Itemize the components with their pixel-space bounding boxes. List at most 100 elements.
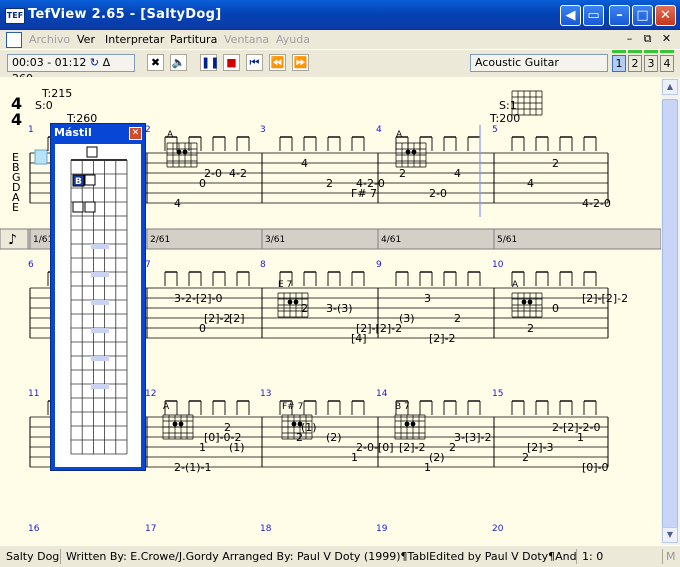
status-mode: M [666, 550, 676, 563]
pause-button[interactable]: ❚❚ [200, 54, 219, 71]
fret-marker-label: B [75, 177, 82, 187]
fret-number: 2 [224, 421, 231, 434]
rewind-button[interactable]: ⏪ [269, 54, 286, 71]
child-minimize-icon[interactable]: – [622, 32, 637, 46]
measure-number: 5 [492, 125, 498, 135]
minimize-button[interactable]: – [609, 5, 630, 26]
inlay-marker [91, 300, 109, 305]
menu-bar: Archivo Ver Interpretar Partitura Ventan… [0, 30, 680, 49]
measure-number: 10 [492, 260, 504, 270]
fret-number: 1 [424, 461, 431, 474]
fret-number: (1) [301, 421, 317, 434]
inlay-marker [91, 272, 109, 277]
chord-dot [178, 421, 184, 427]
chord-dot [297, 421, 303, 427]
scroll-down-icon[interactable]: ▼ [662, 527, 678, 543]
menu-interpretar[interactable]: Interpretar [105, 33, 164, 46]
chord-dot [410, 421, 416, 427]
track-2-button[interactable]: 2 [628, 55, 642, 72]
tempo-mark: S:1 [499, 99, 517, 112]
mastil-panel[interactable]: Mástil ✕ B [50, 123, 146, 471]
inlay-marker [91, 328, 109, 333]
menu-ventana[interactable]: Ventana [224, 33, 269, 46]
chord-dot [176, 149, 182, 155]
timeline-label: 3/61 [265, 235, 285, 245]
fast-forward-button[interactable]: ⏩ [292, 54, 309, 71]
fret-number: 4 [454, 167, 461, 180]
scroll-thumb[interactable] [662, 99, 678, 529]
document-icon[interactable] [6, 32, 22, 48]
fret-number: 4-2-0 [582, 197, 611, 210]
tempo-mark: T:200 [489, 112, 520, 125]
status-song: Salty Dog [2, 549, 61, 564]
mute-x-button[interactable]: ✖ [147, 54, 164, 71]
fret-number: [2] [229, 312, 245, 325]
fret-number: 2 [326, 177, 333, 190]
child-restore-icon[interactable]: ⧉ [640, 32, 655, 46]
fret-number: (2) [326, 431, 342, 444]
metronome-icon[interactable]: Δ [103, 56, 111, 69]
maximize-button[interactable]: □ [632, 5, 653, 26]
fret-number: [2]-[2]-2 [582, 292, 628, 305]
rewind-start-button[interactable]: ⏮ [246, 54, 263, 71]
menu-partitura[interactable]: Partitura [170, 33, 217, 46]
chord-name: A [512, 280, 519, 290]
note-value-icon: ♪ [8, 232, 17, 248]
loop-icon[interactable]: ↻ [90, 56, 99, 69]
vertical-scrollbar[interactable]: ▲ ▼ [661, 77, 680, 545]
fret-number: 2-0 [204, 167, 222, 180]
stop-button[interactable]: ■ [223, 54, 240, 71]
chord-dot [287, 299, 293, 305]
chord-dot [291, 421, 297, 427]
scroll-up-icon[interactable]: ▲ [662, 79, 678, 95]
fretboard[interactable]: B [55, 144, 141, 467]
measure-number: 6 [28, 260, 34, 270]
chord-dot [293, 299, 299, 305]
speaker-icon[interactable]: 🔈 [170, 54, 187, 71]
child-close-icon[interactable]: ✕ [659, 32, 674, 46]
menu-ayuda[interactable]: Ayuda [276, 33, 310, 46]
fret-number: 4 [174, 197, 181, 210]
fret-number: 3-2-[2]-0 [174, 292, 223, 305]
measure-number: 4 [376, 125, 382, 135]
fret-number: 3-[3]-2 [454, 431, 492, 444]
chord-dot [172, 421, 178, 427]
track-1-button[interactable]: 1 [612, 55, 626, 72]
fret-number: 2-0 [429, 187, 447, 200]
fret-finger [84, 201, 96, 213]
fret-number: 2 [552, 157, 559, 170]
tefview-icon[interactable]: TEF [5, 8, 25, 24]
chord-name: B 7 [395, 402, 410, 412]
fret-number: 4 [527, 177, 534, 190]
close-button[interactable]: ✕ [655, 5, 676, 26]
chord-dot [527, 299, 533, 305]
menu-ver[interactable]: Ver [77, 33, 95, 46]
timesig-bottom: 4 [11, 110, 22, 129]
track-4-button[interactable]: 4 [660, 55, 674, 72]
measure-number: 15 [492, 389, 503, 399]
measure-number: 9 [376, 260, 382, 270]
mastil-close-button[interactable]: ✕ [129, 127, 142, 140]
restore-small-icon[interactable]: ◀ [560, 5, 581, 26]
status-bar: Salty Dog Written By: E.Crowe/J.Gordy Ar… [0, 545, 680, 567]
mastil-title: Mástil [54, 126, 92, 139]
measure-number: 8 [260, 260, 266, 270]
fret-number: 2-0-[0] [356, 441, 394, 454]
fret-number: [2]-3 [527, 441, 554, 454]
fret-number: (1) [229, 441, 245, 454]
tempo-mark: S:0 [35, 99, 53, 112]
resize-icon[interactable]: ▭ [583, 5, 604, 26]
fret-number: 0 [199, 177, 206, 190]
fretboard-grid[interactable]: B [55, 144, 141, 467]
title-bar: TEF TefView 2.65 - [SaltyDog] ◀ ▭ – □ ✕ [0, 0, 680, 30]
track-3-button[interactable]: 3 [644, 55, 658, 72]
timeline-label: 4/61 [381, 235, 401, 245]
instrument-select[interactable]: Acoustic Guitar [470, 54, 608, 72]
fret-number: 3-(3) [326, 302, 353, 315]
chord-dot [182, 149, 188, 155]
menu-archivo[interactable]: Archivo [29, 33, 70, 46]
measure-number: 12 [145, 389, 156, 399]
fret-number: 1 [199, 441, 206, 454]
fret-number: 2 [522, 451, 529, 464]
chord-name: E 7 [278, 280, 292, 290]
